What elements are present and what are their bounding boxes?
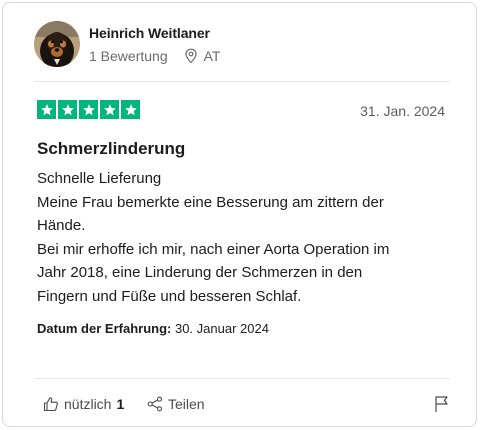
reviewer-name[interactable]: Heinrich Weitlaner <box>89 25 210 41</box>
review-body-line: Hände. <box>37 217 86 235</box>
star-icon <box>100 100 119 119</box>
review-date: 31. Jan. 2024 <box>360 103 445 119</box>
experience-date: Datum der Erfahrung: 30. Januar 2024 <box>37 321 269 336</box>
review-body: Schnelle Lieferung Meine Frau bemerkte e… <box>37 167 437 309</box>
flag-icon[interactable] <box>434 395 450 413</box>
review-card: Heinrich Weitlaner 1 Bewertung AT 31. Ja… <box>2 2 477 427</box>
reviewer-country: AT <box>203 48 221 64</box>
star-icon <box>121 100 140 119</box>
review-body-line: Jahr 2018, eine Linderung der Schmerzen … <box>37 264 363 282</box>
experience-date-value: 30. Januar 2024 <box>174 321 269 336</box>
location-pin-icon <box>185 48 197 64</box>
review-title[interactable]: Schmerzlinderung <box>37 139 185 159</box>
experience-date-label: Datum der Erfahrung: <box>37 321 172 336</box>
share-button[interactable]: Teilen <box>147 396 205 412</box>
useful-label: nützlich <box>64 396 112 412</box>
star-icon <box>37 100 56 119</box>
divider <box>34 378 450 379</box>
review-body-line: Fingern und Füße und besseren Schlaf. <box>37 287 302 305</box>
review-body-line: Meine Frau bemerkte eine Besserung am zi… <box>37 193 384 211</box>
reviewer-meta: 1 Bewertung AT <box>89 48 220 64</box>
share-icon <box>147 396 163 412</box>
avatar[interactable] <box>34 21 80 67</box>
avatar-image <box>34 21 80 67</box>
divider <box>34 81 450 82</box>
star-icon <box>58 100 77 119</box>
star-rating <box>37 100 140 119</box>
share-label: Teilen <box>168 396 205 412</box>
review-body-line: Schnelle Lieferung <box>37 170 162 187</box>
thumbs-up-icon <box>43 397 58 412</box>
useful-count: 1 <box>116 396 125 412</box>
review-body-line: Bei mir erhoffe ich mir, nach einer Aort… <box>37 240 390 258</box>
star-icon <box>79 100 98 119</box>
useful-button[interactable]: nützlich 1 <box>43 396 124 412</box>
review-count: 1 Bewertung <box>89 48 168 64</box>
